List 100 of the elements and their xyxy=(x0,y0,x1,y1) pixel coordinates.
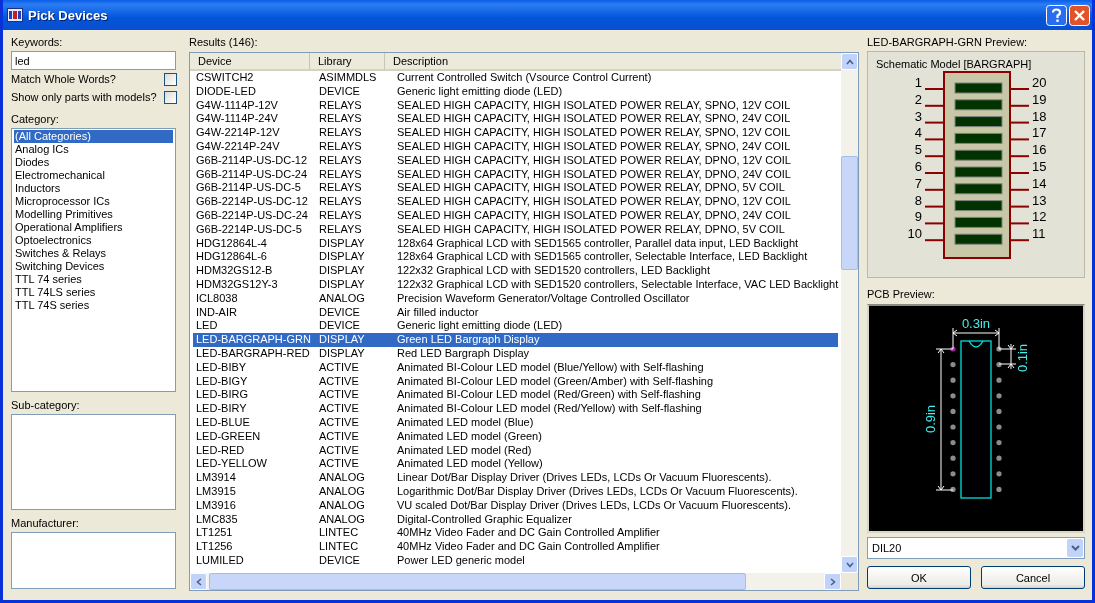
result-row[interactable]: LT1251 LINTEC 40MHz Video Fader and DC Gain Controlled Amplifier xyxy=(193,526,838,541)
result-row[interactable]: LED-BIGY ACTIVE Animated BI-Colour LED model (Green/Amber) with Self-flashing xyxy=(193,374,838,389)
pin-number: 2 xyxy=(914,91,922,107)
column-header[interactable]: Device xyxy=(190,53,310,69)
result-row[interactable]: HDM32GS12-B DISPLAY 122x32 Graphical LCD with SED1520 controllers, LED Backlight xyxy=(193,264,838,278)
pin-number: 7 xyxy=(914,175,922,191)
scroll-thumb[interactable] xyxy=(209,573,746,590)
category-item[interactable]: TTL 74 series xyxy=(14,273,173,286)
preview-label: LED-BARGRAPH-GRN Preview: xyxy=(867,36,1029,49)
package-dropdown[interactable]: DIL20 xyxy=(867,537,1085,559)
result-row[interactable]: LED-RED ACTIVE Animated LED model (Red) xyxy=(193,443,838,458)
scroll-thumb[interactable] xyxy=(841,156,858,270)
window-title: Pick Devices xyxy=(28,7,109,23)
column-header[interactable]: Library xyxy=(310,53,385,69)
category-item[interactable]: Modelling Primitives xyxy=(14,208,173,221)
table-cell-text: ANALOG xyxy=(318,512,366,527)
category-item[interactable]: TTL 74S series xyxy=(14,299,173,312)
result-row[interactable]: HDG12864L-6 DISPLAY 128x64 Graphical LCD with SED1565 controller, Selectable Interface, LED Backlight xyxy=(193,250,838,265)
table-cell-text: VU scaled Dot/Bar Display Driver (Drives LEDs, LCDs Or Vacuum Fluorescents). xyxy=(396,498,793,513)
table-cell-text: RELAYS xyxy=(318,181,363,196)
result-row[interactable]: LED-BARGRAPH-RED DISPLAY Red LED Bargraph Display xyxy=(193,346,838,361)
vertical-scrollbar[interactable] xyxy=(841,53,858,573)
dialog-button[interactable]: OK xyxy=(867,566,971,589)
help-icon[interactable] xyxy=(1046,4,1067,26)
result-row[interactable]: G4W-2214P-12V RELAYS SEALED HIGH CAPACITY, HIGH ISOLATED POWER RELAY, SPNO, 12V COIL xyxy=(193,126,838,140)
pin-line xyxy=(924,104,944,107)
table-cell-text: LED-YELLOW xyxy=(195,457,268,472)
result-row[interactable]: LM3914 ANALOG Linear Dot/Bar Display Driver (Drives LEDs, LCDs Or Vacuum Fluorescents). xyxy=(193,471,838,485)
checkbox[interactable] xyxy=(164,72,177,86)
result-row[interactable]: LED-YELLOW ACTIVE Animated LED model (Yellow) xyxy=(193,457,838,472)
table-cell-text: 128x64 Graphical LCD with SED1565 controller, Parallel data input, LED Backlight xyxy=(396,236,800,251)
horizontal-scrollbar[interactable] xyxy=(190,573,858,590)
category-item[interactable]: Optoelectronics xyxy=(14,234,173,247)
table-cell-text: ANALOG xyxy=(318,291,366,306)
result-row[interactable]: CSWITCH2 ASIMMDLS Current Controlled Switch (Vsource Control Current) xyxy=(193,71,838,85)
result-row[interactable]: LED DEVICE Generic light emitting diode (LED) xyxy=(193,319,838,334)
dropdown-button[interactable] xyxy=(1067,539,1083,557)
pin-line xyxy=(1010,188,1030,191)
table-cell-text: G6B-2214P-US-DC-12 xyxy=(195,195,309,209)
result-row[interactable]: LT1256 LINTEC 40MHz Video Fader and DC Gain Controlled Amplifier xyxy=(193,540,838,554)
result-row[interactable]: G6B-2214P-US-DC-5 RELAYS SEALED HIGH CAPACITY, HIGH ISOLATED POWER RELAY, DPNO, 5V COIL xyxy=(193,222,838,237)
result-row[interactable]: LMC835 ANALOG Digital-Controlled Graphic Equalizer xyxy=(193,512,838,527)
table-cell-text: RELAYS xyxy=(318,222,363,237)
result-row[interactable]: LM3916 ANALOG VU scaled Dot/Bar Display Driver (Drives LEDs, LCDs Or Vacuum Fluorescents). xyxy=(193,498,838,513)
table-cell-text: G4W-2214P-12V xyxy=(195,126,281,140)
result-row[interactable]: DIODE-LED DEVICE Generic light emitting diode (LED) xyxy=(193,84,838,99)
table-cell-text: DISPLAY xyxy=(318,346,366,361)
keywords-field[interactable]: led xyxy=(11,51,176,70)
manufacturer-label: Manufacturer: xyxy=(11,517,80,530)
pin-number: 15 xyxy=(1032,159,1047,174)
category-item[interactable]: Inductors xyxy=(14,182,173,195)
table-cell-text: Digital-Controlled Graphic Equalizer xyxy=(396,512,573,527)
pin-number: 18 xyxy=(1032,108,1047,124)
result-row[interactable]: G6B-2214P-US-DC-24 RELAYS SEALED HIGH CAPACITY, HIGH ISOLATED POWER RELAY, DPNO, 24V COIL xyxy=(193,208,838,223)
result-row[interactable]: G4W-1114P-24V RELAYS SEALED HIGH CAPACITY, HIGH ISOLATED POWER RELAY, SPNO, 24V COIL xyxy=(193,112,838,127)
category-item[interactable]: Analog ICs xyxy=(14,143,173,156)
caret-up-icon xyxy=(845,58,854,65)
result-row[interactable]: LED-BIRY ACTIVE Animated BI-Colour LED model (Red/Yellow) with Self-flashing xyxy=(193,402,838,416)
close-icon[interactable] xyxy=(1069,4,1090,26)
table-cell-text: LED xyxy=(195,319,219,334)
column-header[interactable]: Description xyxy=(385,53,841,69)
scroll-right-button[interactable] xyxy=(824,573,841,590)
table-cell-text: ACTIVE xyxy=(318,415,360,430)
checkbox[interactable] xyxy=(164,90,177,104)
result-row[interactable]: G4W-1114P-12V RELAYS SEALED HIGH CAPACITY, HIGH ISOLATED POWER RELAY, SPNO, 12V COIL xyxy=(193,98,838,113)
result-row[interactable]: G4W-2214P-24V RELAYS SEALED HIGH CAPACITY, HIGH ISOLATED POWER RELAY, SPNO, 24V COIL xyxy=(193,140,838,154)
category-item[interactable]: Electromechanical xyxy=(14,169,173,182)
scroll-left-button[interactable] xyxy=(190,573,207,590)
result-row[interactable]: G6B-2214P-US-DC-12 RELAYS SEALED HIGH CAPACITY, HIGH ISOLATED POWER RELAY, DPNO, 12V COIL xyxy=(193,195,838,209)
category-item[interactable]: Microprocessor ICs xyxy=(14,195,173,208)
table-cell-text: 128x64 Graphical LCD with SED1565 controller, Selectable Interface, LED Backlight xyxy=(396,250,809,265)
result-row[interactable]: LUMILED DEVICE Power LED generic model xyxy=(193,553,838,568)
category-item[interactable]: Operational Amplifiers xyxy=(14,221,173,234)
pcb-preview-label: PCB Preview: xyxy=(867,288,936,301)
result-row[interactable]: IND-AIR DEVICE Air filled inductor xyxy=(193,305,838,320)
dialog-button[interactable]: Cancel xyxy=(981,566,1085,589)
result-row[interactable]: LED-GREEN ACTIVE Animated LED model (Green) xyxy=(193,429,838,444)
category-item[interactable]: Diodes xyxy=(14,156,173,169)
result-row[interactable]: HDG12864L-4 DISPLAY 128x64 Graphical LCD with SED1565 controller, Parallel data input, LED Backlight xyxy=(193,236,838,251)
category-item[interactable]: (All Categories) xyxy=(14,130,173,143)
category-item[interactable]: Switching Devices xyxy=(14,260,173,273)
result-row[interactable]: LED-BLUE ACTIVE Animated LED model (Blue) xyxy=(193,415,838,430)
pin-line xyxy=(924,205,944,208)
result-row[interactable]: LED-BIBY ACTIVE Animated BI-Colour LED model (Blue/Yellow) with Self-flashing xyxy=(193,360,838,375)
category-item[interactable]: Switches & Relays xyxy=(14,247,173,260)
table-cell-text: Linear Dot/Bar Display Driver (Drives LEDs, LCDs Or Vacuum Fluorescents). xyxy=(396,471,773,485)
scroll-down-button[interactable] xyxy=(841,556,858,573)
result-row[interactable]: G6B-2114P-US-DC-12 RELAYS SEALED HIGH CAPACITY, HIGH ISOLATED POWER RELAY, DPNO, 12V COIL xyxy=(193,153,838,168)
result-row[interactable]: LED-BIRG ACTIVE Animated BI-Colour LED model (Red/Green) with Self-flashing xyxy=(193,388,838,403)
result-row[interactable]: G6B-2114P-US-DC-5 RELAYS SEALED HIGH CAPACITY, HIGH ISOLATED POWER RELAY, DPNO, 5V COIL xyxy=(193,181,838,196)
result-row[interactable]: HDM32GS12Y-3 DISPLAY 122x32 Graphical LCD with SED1520 controllers, Selectable Interface, VAC LED Backlight xyxy=(193,277,838,292)
result-row[interactable]: LM3915 ANALOG Logarithmic Dot/Bar Display Driver (Drives LEDs, LCDs Or Vacuum Fluorescents). xyxy=(193,484,838,499)
table-cell-text: SEALED HIGH CAPACITY, HIGH ISOLATED POWER RELAY, SPNO, 24V COIL xyxy=(396,140,792,154)
category-item[interactable]: TTL 74LS series xyxy=(14,286,173,299)
scroll-up-button[interactable] xyxy=(841,53,858,70)
pin-line xyxy=(1010,205,1030,208)
result-row[interactable]: G6B-2114P-US-DC-24 RELAYS SEALED HIGH CAPACITY, HIGH ISOLATED POWER RELAY, DPNO, 24V COIL xyxy=(193,167,838,182)
result-row[interactable]: ICL8038 ANALOG Precision Waveform Generator/Voltage Controlled Oscillator xyxy=(193,291,838,306)
result-row[interactable]: LED-BARGRAPH-GRN DISPLAY Green LED Bargraph Display xyxy=(193,333,838,347)
pin-line xyxy=(924,138,944,141)
